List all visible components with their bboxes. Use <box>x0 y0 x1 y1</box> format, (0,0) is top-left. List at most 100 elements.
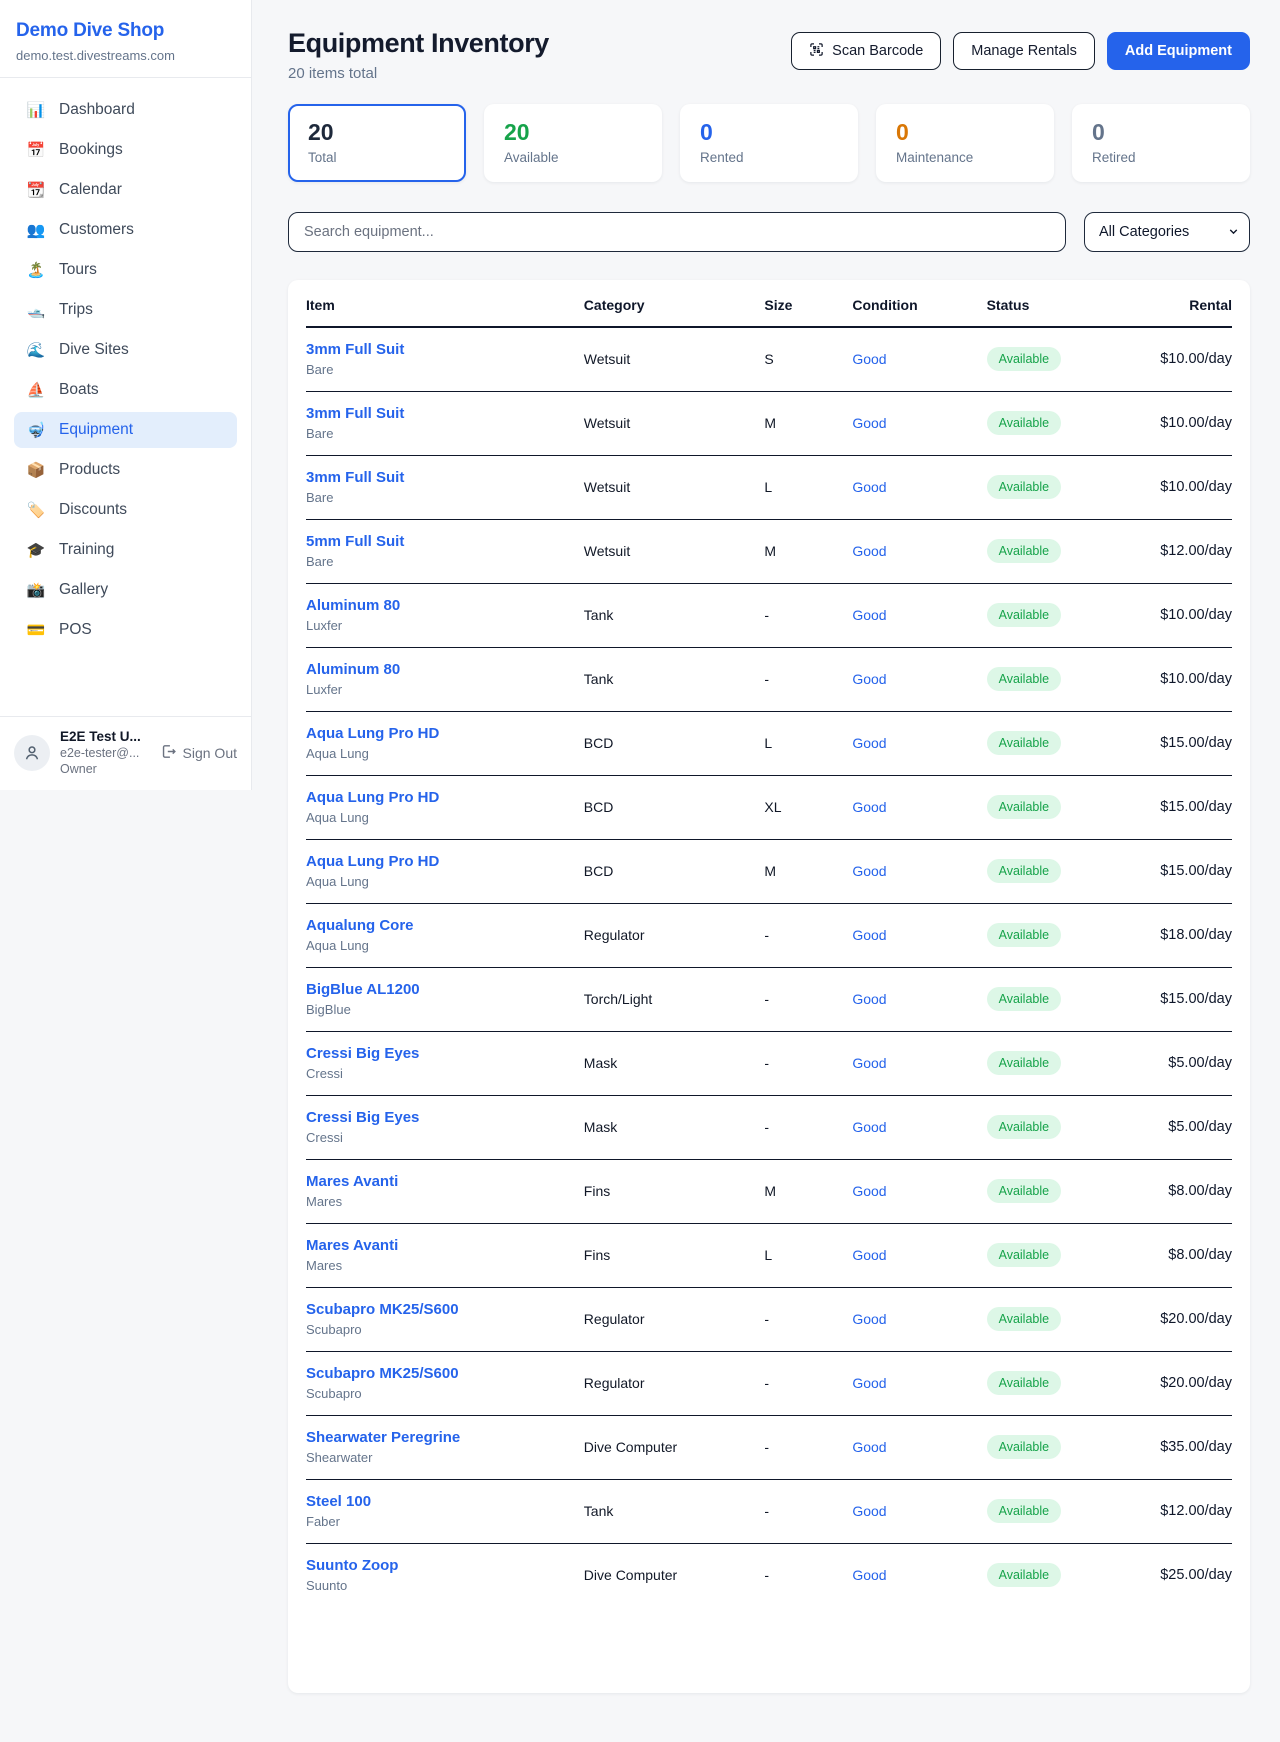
condition-link[interactable]: Good <box>852 1183 886 1199</box>
status-badge: Available <box>987 1563 1062 1587</box>
item-rental: $10.00/day <box>1098 392 1232 456</box>
item-link[interactable]: Suunto Zoop <box>306 1557 398 1574</box>
item-link[interactable]: 3mm Full Suit <box>306 405 404 422</box>
item-link[interactable]: 5mm Full Suit <box>306 533 404 550</box>
sign-out-button[interactable]: Sign Out <box>160 743 237 763</box>
condition-link[interactable]: Good <box>852 1311 886 1327</box>
condition-link[interactable]: Good <box>852 1567 886 1583</box>
item-link[interactable]: Cressi Big Eyes <box>306 1109 419 1126</box>
item-rental: $12.00/day <box>1098 520 1232 584</box>
item-category: Torch/Light <box>584 968 765 1032</box>
graduation-cap-icon: 🎓 <box>26 541 46 559</box>
add-equipment-button[interactable]: Add Equipment <box>1107 32 1250 70</box>
table-row: Aqua Lung Pro HD Aqua Lung BCD L Good Av… <box>306 712 1232 776</box>
condition-link[interactable]: Good <box>852 1375 886 1391</box>
item-rental: $20.00/day <box>1098 1288 1232 1352</box>
sidebar-item-discounts[interactable]: 🏷️ Discounts <box>14 492 237 528</box>
shop-title[interactable]: Demo Dive Shop <box>16 20 235 42</box>
item-link[interactable]: Aluminum 80 <box>306 661 400 678</box>
item-link[interactable]: Mares Avanti <box>306 1173 398 1190</box>
item-size: M <box>764 520 852 584</box>
sidebar-item-equipment[interactable]: 🤿 Equipment <box>14 412 237 448</box>
calendar-date-icon: 📅 <box>26 141 46 159</box>
condition-link[interactable]: Good <box>852 607 886 623</box>
item-size: S <box>764 327 852 392</box>
condition-link[interactable]: Good <box>852 1503 886 1519</box>
page-title: Equipment Inventory <box>288 28 549 59</box>
sidebar-item-gallery[interactable]: 📸 Gallery <box>14 572 237 608</box>
sidebar: Demo Dive Shop demo.test.divestreams.com… <box>0 0 252 790</box>
user-email: e2e-tester@... <box>60 746 150 760</box>
item-size: - <box>764 648 852 712</box>
item-link[interactable]: Aluminum 80 <box>306 597 400 614</box>
condition-link[interactable]: Good <box>852 351 886 367</box>
item-link[interactable]: Aqua Lung Pro HD <box>306 853 439 870</box>
sidebar-item-bookings[interactable]: 📅 Bookings <box>14 132 237 168</box>
item-category: Wetsuit <box>584 456 765 520</box>
condition-link[interactable]: Good <box>852 1119 886 1135</box>
credit-card-icon: 💳 <box>26 621 46 639</box>
stat-card-retired[interactable]: 0 Retired <box>1072 104 1250 182</box>
scan-barcode-button[interactable]: Scan Barcode <box>791 32 941 70</box>
sidebar-item-boats[interactable]: ⛵ Boats <box>14 372 237 408</box>
sidebar-item-dive-sites[interactable]: 🌊 Dive Sites <box>14 332 237 368</box>
sidebar-item-trips[interactable]: 🛥️ Trips <box>14 292 237 328</box>
item-link[interactable]: Aqua Lung Pro HD <box>306 789 439 806</box>
item-link[interactable]: Scubapro MK25/S600 <box>306 1365 459 1382</box>
item-rental: $20.00/day <box>1098 1352 1232 1416</box>
item-link[interactable]: Shearwater Peregrine <box>306 1429 460 1446</box>
item-size: L <box>764 1224 852 1288</box>
item-brand: Cressi <box>306 1130 584 1145</box>
condition-link[interactable]: Good <box>852 415 886 431</box>
stat-card-rented[interactable]: 0 Rented <box>680 104 858 182</box>
condition-link[interactable]: Good <box>852 927 886 943</box>
item-link[interactable]: Steel 100 <box>306 1493 371 1510</box>
sidebar-item-customers[interactable]: 👥 Customers <box>14 212 237 248</box>
category-select[interactable]: All Categories <box>1084 212 1250 252</box>
category-select-wrap: All Categories <box>1084 212 1250 252</box>
motorboat-icon: 🛥️ <box>26 301 46 319</box>
table-row: Mares Avanti Mares Fins L Good Available… <box>306 1224 1232 1288</box>
sidebar-item-products[interactable]: 📦 Products <box>14 452 237 488</box>
item-link[interactable]: BigBlue AL1200 <box>306 981 420 998</box>
stat-card-total[interactable]: 20 Total <box>288 104 466 182</box>
condition-link[interactable]: Good <box>852 1055 886 1071</box>
table-row: 3mm Full Suit Bare Wetsuit L Good Availa… <box>306 456 1232 520</box>
item-size: L <box>764 712 852 776</box>
item-link[interactable]: Scubapro MK25/S600 <box>306 1301 459 1318</box>
item-size: M <box>764 1160 852 1224</box>
item-category: Tank <box>584 648 765 712</box>
wave-icon: 🌊 <box>26 341 46 359</box>
stat-card-maintenance[interactable]: 0 Maintenance <box>876 104 1054 182</box>
item-link[interactable]: Aqua Lung Pro HD <box>306 725 439 742</box>
item-link[interactable]: Cressi Big Eyes <box>306 1045 419 1062</box>
stat-label: Available <box>504 150 642 165</box>
sidebar-item-tours[interactable]: 🏝️ Tours <box>14 252 237 288</box>
item-size: - <box>764 1416 852 1480</box>
condition-link[interactable]: Good <box>852 1247 886 1263</box>
condition-link[interactable]: Good <box>852 479 886 495</box>
condition-link[interactable]: Good <box>852 863 886 879</box>
item-size: M <box>764 840 852 904</box>
sidebar-item-pos[interactable]: 💳 POS <box>14 612 237 648</box>
search-input[interactable] <box>288 212 1066 252</box>
condition-link[interactable]: Good <box>852 671 886 687</box>
condition-link[interactable]: Good <box>852 543 886 559</box>
stat-card-available[interactable]: 20 Available <box>484 104 662 182</box>
item-link[interactable]: 3mm Full Suit <box>306 341 404 358</box>
item-size: M <box>764 392 852 456</box>
item-link[interactable]: 3mm Full Suit <box>306 469 404 486</box>
manage-rentals-button[interactable]: Manage Rentals <box>953 32 1095 70</box>
condition-link[interactable]: Good <box>852 799 886 815</box>
item-category: BCD <box>584 840 765 904</box>
condition-link[interactable]: Good <box>852 1439 886 1455</box>
sidebar-item-dashboard[interactable]: 📊 Dashboard <box>14 92 237 128</box>
stat-label: Maintenance <box>896 150 1034 165</box>
item-category: Mask <box>584 1096 765 1160</box>
item-link[interactable]: Mares Avanti <box>306 1237 398 1254</box>
item-link[interactable]: Aqualung Core <box>306 917 414 934</box>
sidebar-item-calendar[interactable]: 📆 Calendar <box>14 172 237 208</box>
condition-link[interactable]: Good <box>852 735 886 751</box>
sidebar-item-training[interactable]: 🎓 Training <box>14 532 237 568</box>
condition-link[interactable]: Good <box>852 991 886 1007</box>
